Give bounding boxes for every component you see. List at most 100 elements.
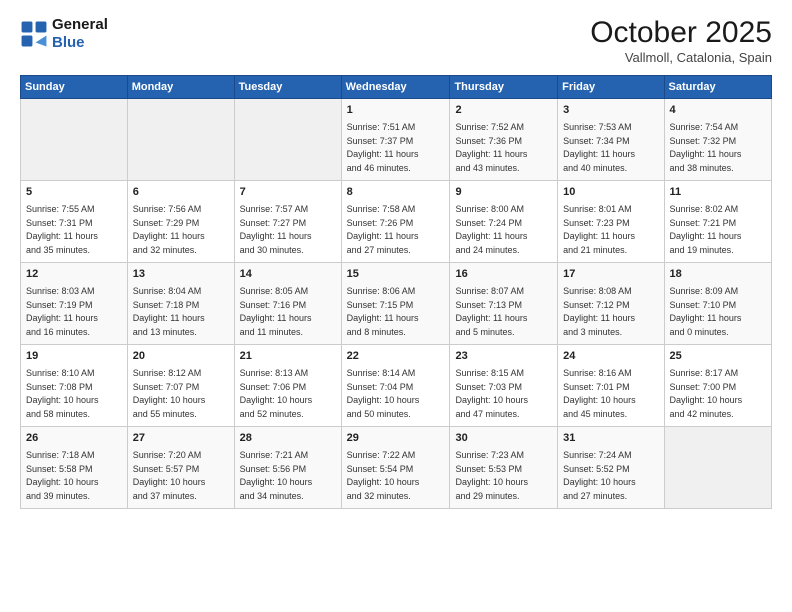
day-info: Sunrise: 7:21 AM Sunset: 5:56 PM Dayligh… [240, 450, 313, 501]
table-row: 2Sunrise: 7:52 AM Sunset: 7:36 PM Daylig… [450, 99, 558, 181]
day-number: 8 [347, 185, 445, 201]
day-info: Sunrise: 8:08 AM Sunset: 7:12 PM Dayligh… [563, 286, 635, 337]
col-wednesday: Wednesday [341, 76, 450, 99]
day-number: 13 [133, 267, 229, 283]
day-info: Sunrise: 8:03 AM Sunset: 7:19 PM Dayligh… [26, 286, 98, 337]
table-row: 4 Sunrise: 7:54 AM Sunset: 7:32 PM Daylig… [664, 99, 771, 181]
day-info: Sunrise: 7:56 AM Sunset: 7:29 PM Dayligh… [133, 204, 205, 255]
day-info: Sunrise: 7:23 AM Sunset: 5:53 PM Dayligh… [455, 450, 528, 501]
day-info: Sunrise: 8:12 AM Sunset: 7:07 PM Dayligh… [133, 368, 206, 419]
day-info: Sunrise: 8:10 AM Sunset: 7:08 PM Dayligh… [26, 368, 99, 419]
table-row: 1 Sunrise: 7:51 AM Sunset: 7:37 PM Daylig… [341, 99, 450, 181]
col-saturday: Saturday [664, 76, 771, 99]
table-row [234, 99, 341, 181]
table-row: 8 Sunrise: 7:58 AM Sunset: 7:26 PM Daylig… [341, 181, 450, 263]
day-number: 24 [563, 349, 658, 365]
table-row: 5 Sunrise: 7:55 AM Sunset: 7:31 PM Daylig… [21, 181, 128, 263]
day-number: 26 [26, 431, 122, 447]
table-row: 17Sunrise: 8:08 AM Sunset: 7:12 PM Dayli… [558, 263, 664, 345]
logo-icon [20, 20, 48, 48]
day-info: Sunrise: 8:07 AM Sunset: 7:13 PM Dayligh… [455, 286, 527, 337]
calendar-week-row: 19 Sunrise: 8:10 AM Sunset: 7:08 PM Dayli… [21, 345, 772, 427]
table-row: 21 Sunrise: 8:13 AM Sunset: 7:06 PM Dayli… [234, 345, 341, 427]
month-title: October 2025 [590, 16, 772, 50]
calendar-week-row: 1 Sunrise: 7:51 AM Sunset: 7:37 PM Daylig… [21, 99, 772, 181]
day-number: 15 [347, 267, 445, 283]
table-row: 7Sunrise: 7:57 AM Sunset: 7:27 PM Daylig… [234, 181, 341, 263]
day-info: Sunrise: 7:58 AM Sunset: 7:26 PM Dayligh… [347, 204, 419, 255]
table-row: 9 Sunrise: 8:00 AM Sunset: 7:24 PM Daylig… [450, 181, 558, 263]
day-number: 4 [670, 103, 766, 119]
day-number: 27 [133, 431, 229, 447]
day-info: Sunrise: 8:16 AM Sunset: 7:01 PM Dayligh… [563, 368, 636, 419]
table-row: 12 Sunrise: 8:03 AM Sunset: 7:19 PM Dayli… [21, 263, 128, 345]
day-number: 6 [133, 185, 229, 201]
day-info: Sunrise: 8:14 AM Sunset: 7:04 PM Dayligh… [347, 368, 420, 419]
day-number: 12 [26, 267, 122, 283]
calendar-page: General Blue October 2025 Vallmoll, Cata… [0, 0, 792, 612]
col-sunday: Sunday [21, 76, 128, 99]
day-info: Sunrise: 8:17 AM Sunset: 7:00 PM Dayligh… [670, 368, 743, 419]
day-number: 18 [670, 267, 766, 283]
day-info: Sunrise: 7:18 AM Sunset: 5:58 PM Dayligh… [26, 450, 99, 501]
calendar-week-row: 26 Sunrise: 7:18 AM Sunset: 5:58 PM Dayli… [21, 427, 772, 509]
page-header: General Blue October 2025 Vallmoll, Cata… [20, 16, 772, 65]
table-row: 15Sunrise: 8:06 AM Sunset: 7:15 PM Dayli… [341, 263, 450, 345]
table-row: 22 Sunrise: 8:14 AM Sunset: 7:04 PM Dayli… [341, 345, 450, 427]
day-number: 19 [26, 349, 122, 365]
logo: General Blue [20, 16, 108, 52]
logo-line1: General [52, 16, 108, 34]
table-row: 18Sunrise: 8:09 AM Sunset: 7:10 PM Dayli… [664, 263, 771, 345]
day-number: 9 [455, 185, 552, 201]
day-info: Sunrise: 8:13 AM Sunset: 7:06 PM Dayligh… [240, 368, 313, 419]
col-tuesday: Tuesday [234, 76, 341, 99]
logo-line2: Blue [52, 34, 108, 52]
day-info: Sunrise: 7:24 AM Sunset: 5:52 PM Dayligh… [563, 450, 636, 501]
table-row: 16 Sunrise: 8:07 AM Sunset: 7:13 PM Dayli… [450, 263, 558, 345]
table-row: 29Sunrise: 7:22 AM Sunset: 5:54 PM Dayli… [341, 427, 450, 509]
table-row: 6 Sunrise: 7:56 AM Sunset: 7:29 PM Daylig… [127, 181, 234, 263]
location: Vallmoll, Catalonia, Spain [590, 50, 772, 65]
calendar-week-row: 12 Sunrise: 8:03 AM Sunset: 7:19 PM Dayli… [21, 263, 772, 345]
col-friday: Friday [558, 76, 664, 99]
table-row: 31Sunrise: 7:24 AM Sunset: 5:52 PM Dayli… [558, 427, 664, 509]
calendar-table: Sunday Monday Tuesday Wednesday Thursday… [20, 75, 772, 509]
day-info: Sunrise: 7:54 AM Sunset: 7:32 PM Dayligh… [670, 122, 742, 173]
day-number: 20 [133, 349, 229, 365]
day-info: Sunrise: 7:51 AM Sunset: 7:37 PM Dayligh… [347, 122, 419, 173]
table-row [127, 99, 234, 181]
day-info: Sunrise: 7:20 AM Sunset: 5:57 PM Dayligh… [133, 450, 206, 501]
day-info: Sunrise: 8:05 AM Sunset: 7:16 PM Dayligh… [240, 286, 312, 337]
table-row: 13Sunrise: 8:04 AM Sunset: 7:18 PM Dayli… [127, 263, 234, 345]
day-number: 21 [240, 349, 336, 365]
day-number: 22 [347, 349, 445, 365]
table-row: 3 Sunrise: 7:53 AM Sunset: 7:34 PM Daylig… [558, 99, 664, 181]
day-info: Sunrise: 7:53 AM Sunset: 7:34 PM Dayligh… [563, 122, 635, 173]
day-info: Sunrise: 7:55 AM Sunset: 7:31 PM Dayligh… [26, 204, 98, 255]
day-number: 25 [670, 349, 766, 365]
day-number: 7 [240, 185, 336, 201]
table-row: 25 Sunrise: 8:17 AM Sunset: 7:00 PM Dayli… [664, 345, 771, 427]
day-number: 3 [563, 103, 658, 119]
title-block: October 2025 Vallmoll, Catalonia, Spain [590, 16, 772, 65]
day-number: 23 [455, 349, 552, 365]
day-info: Sunrise: 8:00 AM Sunset: 7:24 PM Dayligh… [455, 204, 527, 255]
day-number: 30 [455, 431, 552, 447]
table-row [664, 427, 771, 509]
day-number: 11 [670, 185, 766, 201]
weekday-header-row: Sunday Monday Tuesday Wednesday Thursday… [21, 76, 772, 99]
table-row: 30 Sunrise: 7:23 AM Sunset: 5:53 PM Dayli… [450, 427, 558, 509]
table-row: 27 Sunrise: 7:20 AM Sunset: 5:57 PM Dayli… [127, 427, 234, 509]
table-row: 10Sunrise: 8:01 AM Sunset: 7:23 PM Dayli… [558, 181, 664, 263]
table-row: 11 Sunrise: 8:02 AM Sunset: 7:21 PM Dayli… [664, 181, 771, 263]
day-number: 5 [26, 185, 122, 201]
day-number: 16 [455, 267, 552, 283]
col-thursday: Thursday [450, 76, 558, 99]
day-number: 10 [563, 185, 658, 201]
day-number: 1 [347, 103, 445, 119]
table-row: 19 Sunrise: 8:10 AM Sunset: 7:08 PM Dayli… [21, 345, 128, 427]
day-info: Sunrise: 8:15 AM Sunset: 7:03 PM Dayligh… [455, 368, 528, 419]
table-row: 28Sunrise: 7:21 AM Sunset: 5:56 PM Dayli… [234, 427, 341, 509]
day-info: Sunrise: 8:02 AM Sunset: 7:21 PM Dayligh… [670, 204, 742, 255]
table-row: 26 Sunrise: 7:18 AM Sunset: 5:58 PM Dayli… [21, 427, 128, 509]
